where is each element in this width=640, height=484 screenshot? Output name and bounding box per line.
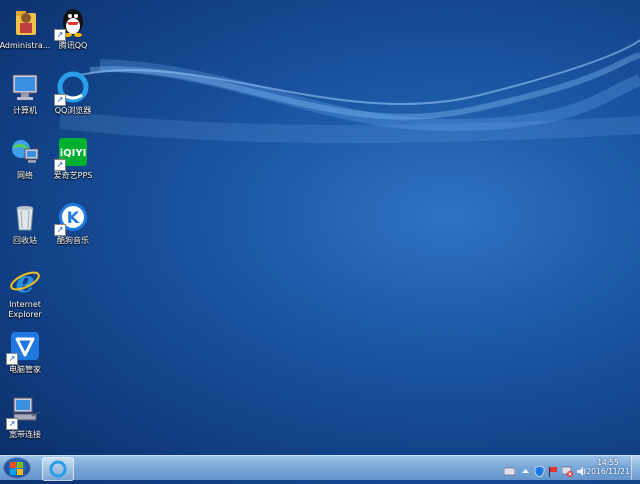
- pc-manager-icon: ↗: [6, 329, 42, 365]
- desktop-icon-recycle-bin[interactable]: 回收站: [0, 200, 52, 246]
- chevron-up-icon[interactable]: [520, 462, 531, 473]
- desktop-icon-qq-browser[interactable]: ↗ QQ浏览器: [46, 70, 100, 116]
- shortcut-arrow-icon: ↗: [54, 159, 66, 171]
- icon-label: 腾讯QQ: [58, 41, 88, 50]
- desktop-icon-kugou[interactable]: K ↗ 酷狗音乐: [46, 200, 100, 246]
- recycle-bin-icon: [8, 200, 42, 234]
- system-tray: 14:55 2016/11/21: [500, 456, 640, 480]
- computer-icon: [8, 70, 42, 104]
- clock-date: 2016/11/21: [586, 467, 630, 476]
- desktop: Administra... ↗ 腾讯QQ 计算机 ↗ QQ浏览器 网络 iQIY…: [0, 0, 640, 456]
- desktop-icon-administrator[interactable]: Administra...: [0, 5, 52, 51]
- icon-label: 回收站: [13, 236, 37, 245]
- broadband-icon: ↗: [6, 394, 42, 430]
- show-desktop-button[interactable]: [631, 456, 640, 480]
- ie-icon: e: [8, 264, 42, 300]
- qq-penguin-icon: ↗: [54, 5, 90, 41]
- iqiyi-icon: iQIYI ↗: [54, 135, 90, 171]
- kugou-icon: K ↗: [54, 200, 90, 236]
- shortcut-arrow-icon: ↗: [6, 353, 18, 365]
- network-disconnected-icon[interactable]: [561, 462, 573, 477]
- clock-time: 14:55: [597, 458, 619, 467]
- keyboard-icon[interactable]: [503, 462, 516, 476]
- svg-text:e: e: [15, 265, 34, 298]
- desktop-icon-pc-manager[interactable]: ↗ 电脑管家: [0, 329, 52, 375]
- shortcut-arrow-icon: ↗: [54, 29, 66, 41]
- taskbar-clock[interactable]: 14:55 2016/11/21: [586, 458, 630, 476]
- start-button[interactable]: [3, 457, 31, 479]
- icon-label: 电脑管家: [9, 365, 41, 374]
- icon-label: 爱奇艺PPS: [53, 171, 93, 180]
- svg-text:K: K: [67, 208, 80, 227]
- network-icon: [8, 135, 42, 169]
- desktop-icon-qq[interactable]: ↗ 腾讯QQ: [46, 5, 100, 51]
- desktop-icon-iqiyi[interactable]: iQIYI ↗ 爱奇艺PPS: [46, 135, 100, 181]
- shortcut-arrow-icon: ↗: [54, 94, 66, 106]
- desktop-icon-broadband[interactable]: ↗ 宽带连接: [0, 394, 52, 440]
- taskbar-app-qq-browser[interactable]: [42, 457, 74, 481]
- user-folder-icon: [8, 5, 42, 39]
- icon-label: 计算机: [13, 106, 37, 115]
- shield-icon[interactable]: [534, 462, 545, 478]
- desktop-icon-network[interactable]: 网络: [0, 135, 52, 181]
- desktop-icon-internet-explorer[interactable]: e Internet Explorer: [0, 264, 52, 320]
- windows-start-icon: [10, 462, 23, 475]
- icon-label: Administra...: [0, 41, 51, 50]
- flag-icon[interactable]: [548, 462, 559, 477]
- desktop-icon-computer[interactable]: 计算机: [0, 70, 52, 116]
- shortcut-arrow-icon: ↗: [6, 418, 18, 430]
- icon-label: 酷狗音乐: [57, 236, 89, 245]
- icon-label: 网络: [17, 171, 33, 180]
- qq-browser-icon: [49, 460, 67, 478]
- icon-label: Internet Explorer: [8, 300, 42, 319]
- qq-browser-icon: ↗: [54, 70, 90, 106]
- icon-label: QQ浏览器: [54, 106, 92, 115]
- svg-text:iQIYI: iQIYI: [60, 148, 87, 159]
- taskbar: 14:55 2016/11/21: [0, 455, 640, 481]
- shortcut-arrow-icon: ↗: [54, 224, 66, 236]
- icon-label: 宽带连接: [9, 430, 41, 439]
